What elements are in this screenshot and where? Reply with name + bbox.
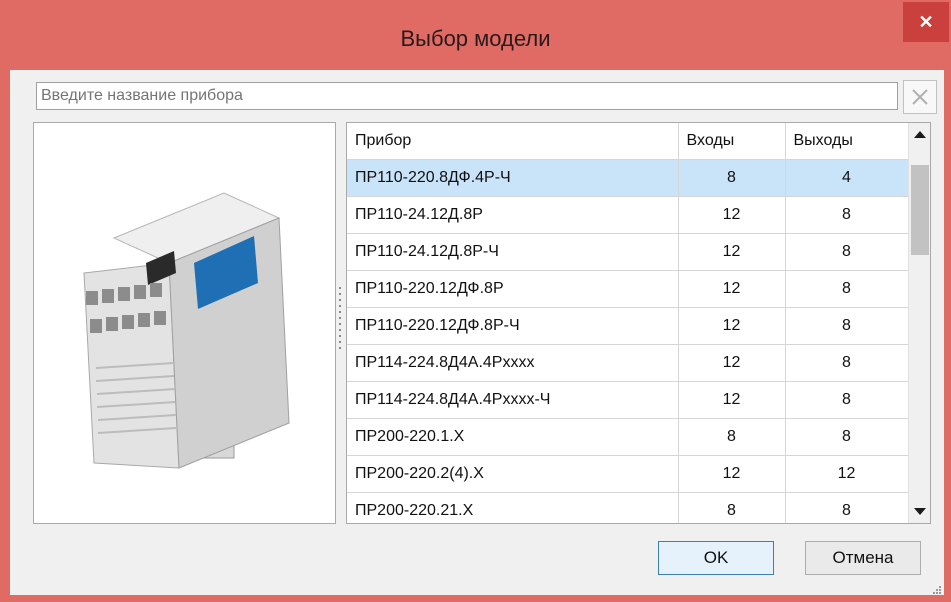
table-row[interactable]: ПР114-224.8Д4А.4Рxxxx 12 8 [347,344,909,382]
resize-dots [933,586,941,594]
table-row[interactable]: ПР110-24.12Д.8Р-Ч 12 8 [347,233,909,271]
cell-device: ПР110-24.12Д.8Р [347,196,679,234]
cell-inputs: 12 [678,270,786,308]
clear-search-button[interactable] [903,80,937,114]
cell-device: ПР200-220.21.Х [347,492,679,523]
cell-outputs: 8 [785,233,909,271]
table-row[interactable]: ПР114-224.8Д4А.4Рxxxx-Ч 12 8 [347,381,909,419]
search-input[interactable] [36,82,898,110]
chevron-down-icon[interactable] [914,508,926,515]
column-header-inputs[interactable]: Входы [678,123,786,160]
table-row[interactable]: ПР110-220.8ДФ.4Р-Ч 8 4 [347,159,909,197]
cell-device: ПР110-24.12Д.8Р-Ч [347,233,679,271]
column-header-device[interactable]: Прибор [347,123,679,160]
close-button[interactable]: ✕ [903,2,949,42]
clear-icon [912,89,928,105]
close-icon: ✕ [918,12,934,32]
cell-outputs: 8 [785,270,909,308]
scrollbar-thumb[interactable] [911,165,929,255]
table-row[interactable]: ПР200-220.21.Х 8 8 [347,492,909,523]
cell-inputs: 12 [678,381,786,419]
title-bar[interactable]: Выбор модели ✕ [0,0,951,70]
window-title: Выбор модели [400,26,551,51]
table-row[interactable]: ПР200-220.1.Х 8 8 [347,418,909,456]
cell-device: ПР114-224.8Д4А.4Рxxxx [347,344,679,382]
cell-device: ПР200-220.2(4).Х [347,455,679,493]
cell-outputs: 8 [785,381,909,419]
cell-outputs: 8 [785,196,909,234]
cell-device: ПР200-220.1.Х [347,418,679,456]
device-preview [33,122,336,524]
cell-device: ПР110-220.8ДФ.4Р-Ч [347,159,679,197]
table-scrollbar[interactable] [908,123,930,523]
cell-inputs: 8 [678,492,786,523]
dialog-window: Выбор модели ✕ Введите название прибора … [0,0,951,602]
dialog-body: Прибор Входы Выходы ПР110-220.8ДФ.4Р-Ч84… [10,70,944,595]
cell-inputs: 8 [678,418,786,456]
cell-device: ПР110-220.12ДФ.8Р [347,270,679,308]
device-table: Прибор Входы Выходы ПР110-220.8ДФ.4Р-Ч 8 4… [346,122,931,524]
cell-outputs: 8 [785,492,909,523]
resize-grip-icon[interactable] [932,582,942,594]
table-row[interactable]: ПР200-220.2(4).Х 12 12 [347,455,909,493]
cell-device: ПР110-220.12ДФ.8Р-Ч [347,307,679,345]
device-image [83,192,290,469]
column-header-outputs[interactable]: Выходы [785,123,909,160]
table-row[interactable]: ПР110-220.12ДФ.8Р 12 8 [347,270,909,308]
cell-outputs: 12 [785,455,909,493]
cell-inputs: 12 [678,307,786,345]
table-row[interactable]: ПР110-24.12Д.8Р 12 8 [347,196,909,234]
cell-inputs: 12 [678,455,786,493]
cell-device: ПР114-224.8Д4А.4Рxxxx-Ч [347,381,679,419]
cell-inputs: 12 [678,233,786,271]
splitter-grip-icon [339,287,341,349]
table-row[interactable]: ПР110-220.12ДФ.8Р-Ч 12 8 [347,307,909,345]
ok-button[interactable]: OK [658,541,774,575]
cell-outputs: 8 [785,418,909,456]
cell-outputs: 4 [785,159,909,197]
chevron-up-icon[interactable] [914,131,926,138]
table-header: Прибор Входы Выходы [347,123,909,160]
panel-splitter[interactable] [338,285,342,355]
cancel-button[interactable]: Отмена [805,541,921,575]
cell-inputs: 12 [678,196,786,234]
cell-outputs: 8 [785,307,909,345]
cell-inputs: 12 [678,344,786,382]
cell-inputs: 8 [678,159,786,197]
cell-outputs: 8 [785,344,909,382]
